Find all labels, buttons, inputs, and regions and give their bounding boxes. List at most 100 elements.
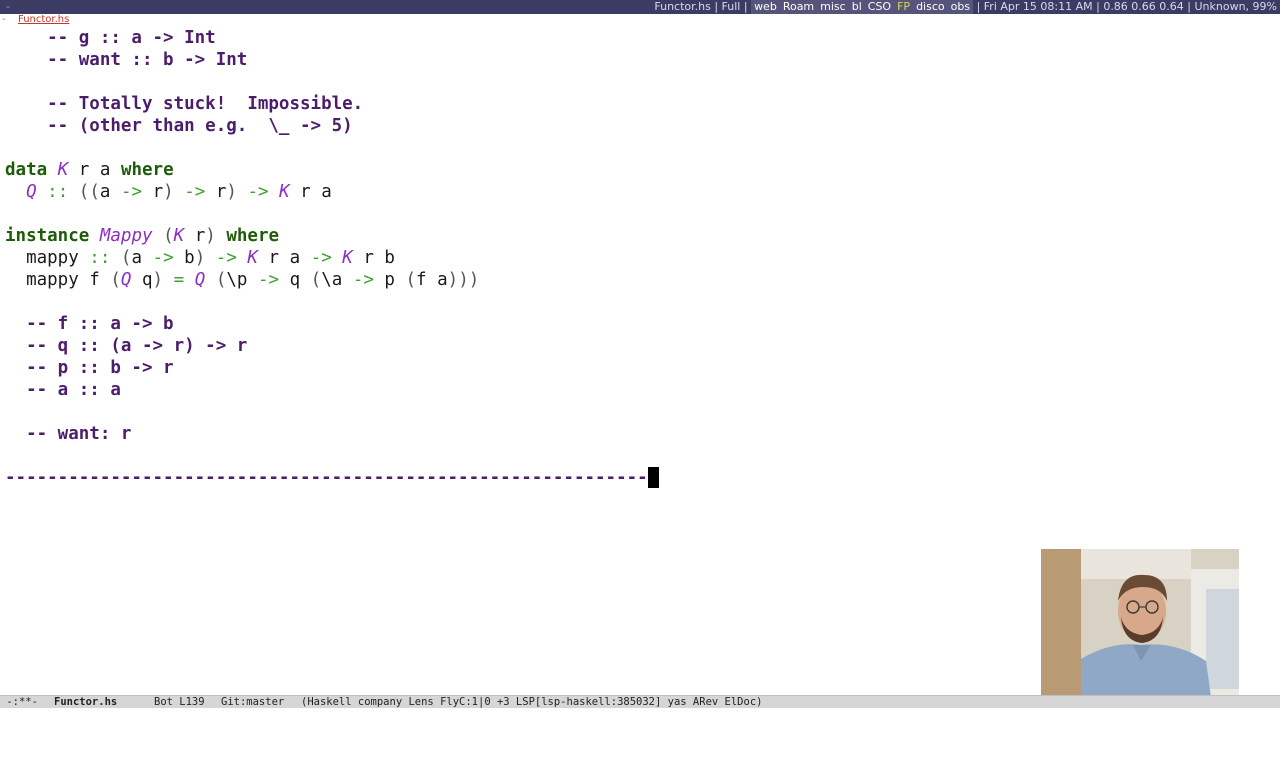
tab-marker: - [2, 14, 6, 25]
workspace-misc[interactable]: misc [817, 0, 849, 14]
code-line[interactable]: mappy f (Q q) = Q (\p -> q (\a -> p (f a… [5, 269, 659, 291]
code-token: (( [78, 182, 100, 202]
code-token: = [173, 270, 185, 290]
code-token: q [279, 270, 311, 290]
webcam-person-image [1041, 549, 1239, 697]
minibuffer[interactable] [0, 708, 1280, 720]
code-line[interactable] [5, 401, 659, 423]
code-line[interactable]: -- g :: a -> Int [5, 27, 659, 49]
tab-functor-hs[interactable]: Functor.hs [18, 14, 69, 26]
code-token: -> [352, 270, 374, 290]
modeline-minor-modes: (Haskell company Lens FlyC:1|0 +3 LSP[ls… [301, 696, 763, 708]
code-line[interactable] [5, 71, 659, 93]
code-line[interactable]: -- p :: b -> r [5, 357, 659, 379]
code-token: K [247, 248, 258, 268]
code-token: -- g :: a -> Int [5, 28, 216, 48]
code-line[interactable]: -- Totally stuck! Impossible. [5, 93, 659, 115]
code-line[interactable]: -- want: r [5, 423, 659, 445]
status-left-marker: - [6, 0, 10, 13]
code-token: ) [205, 226, 216, 246]
code-line[interactable]: -- f :: a -> b [5, 313, 659, 335]
code-token: ( [310, 270, 322, 290]
code-token: mappy [5, 248, 90, 268]
code-token: ( [110, 270, 121, 290]
code-token: \p [226, 270, 258, 290]
modeline-position: Bot L139 [154, 696, 205, 708]
code-token: -- a :: a [5, 380, 121, 400]
code-token: where [120, 160, 174, 180]
code-line[interactable]: -- want :: b -> Int [5, 49, 659, 71]
code-line[interactable]: -- q :: (a -> r) -> r [5, 335, 659, 357]
code-token: ( [215, 270, 227, 290]
code-token: -- (other than e.g. \_ -> 5) [5, 116, 353, 136]
code-token: K [57, 160, 69, 180]
workspace-disco[interactable]: disco [913, 0, 948, 14]
code-token: r a [68, 160, 121, 180]
code-line[interactable] [5, 291, 659, 313]
code-token: :: [47, 182, 69, 202]
code-token: mappy f [5, 270, 111, 290]
code-token: where [226, 226, 280, 246]
status-right: Functor.hs | Full | web Roam misc bl CSO FP di… [654, 0, 1277, 14]
code-line[interactable]: instance Mappy (K r) where [5, 225, 659, 247]
top-status-bar: - Functor.hs | Full | web Roam misc bl CSO FP… [0, 0, 1280, 14]
code-token: K [279, 182, 290, 202]
workspace-obs[interactable]: obs [948, 0, 973, 14]
code-token: -> [215, 248, 237, 268]
code-token: ( [405, 270, 417, 290]
workspace-roam[interactable]: Roam [780, 0, 817, 14]
code-token: ))) [447, 270, 480, 290]
code-token: r a [257, 248, 311, 268]
code-token: Q [120, 270, 132, 290]
code-token: Q [26, 182, 37, 202]
code-token: -- f :: a -> b [5, 314, 174, 334]
code-token: -- want :: b -> Int [5, 50, 248, 70]
code-token: ) [152, 270, 164, 290]
code-line[interactable]: ----------------------------------------… [5, 467, 659, 489]
workspace-list: web Roam misc bl CSO FP disco obs [751, 0, 974, 14]
code-token: data [5, 160, 48, 180]
code-token: -> [184, 182, 206, 202]
code-token: ) [163, 182, 174, 202]
code-line[interactable] [5, 137, 659, 159]
workspace-bl[interactable]: bl [849, 0, 865, 14]
workspace-web[interactable]: web [751, 0, 780, 14]
code-token: f a [416, 270, 448, 290]
code-line[interactable]: -- a :: a [5, 379, 659, 401]
code-token: r [184, 226, 206, 246]
code-token: a [131, 248, 153, 268]
modeline-buffer-name: Functor.hs [54, 696, 118, 708]
code-line[interactable]: -- (other than e.g. \_ -> 5) [5, 115, 659, 137]
code-line[interactable]: data K r a where [5, 159, 659, 181]
code-line[interactable]: mappy :: (a -> b) -> K r a -> K r b [5, 247, 659, 269]
workspace-fp[interactable]: FP [894, 0, 913, 14]
code-token: Mappy [99, 226, 153, 246]
workspace-cso[interactable]: CSO [865, 0, 894, 14]
code-line[interactable]: Q :: ((a -> r) -> r) -> K r a [5, 181, 659, 203]
code-token: K [342, 248, 353, 268]
code-token: q [131, 270, 153, 290]
code-token: -- p :: b -> r [5, 358, 174, 378]
modeline-state: -:**- [0, 696, 38, 708]
code-token: a [99, 182, 121, 202]
code-editor-buffer[interactable]: -- g :: a -> Int -- want :: b -> Int -- … [5, 27, 659, 489]
code-token: -- Totally stuck! Impossible. [5, 94, 364, 114]
code-token: b [173, 248, 195, 268]
code-line[interactable] [5, 203, 659, 225]
code-token: -- want: r [5, 424, 132, 444]
mode-line: -:**- Functor.hs Bot L139 Git:master (Ha… [0, 695, 1280, 708]
code-line[interactable] [5, 445, 659, 467]
code-token: Q [194, 270, 206, 290]
